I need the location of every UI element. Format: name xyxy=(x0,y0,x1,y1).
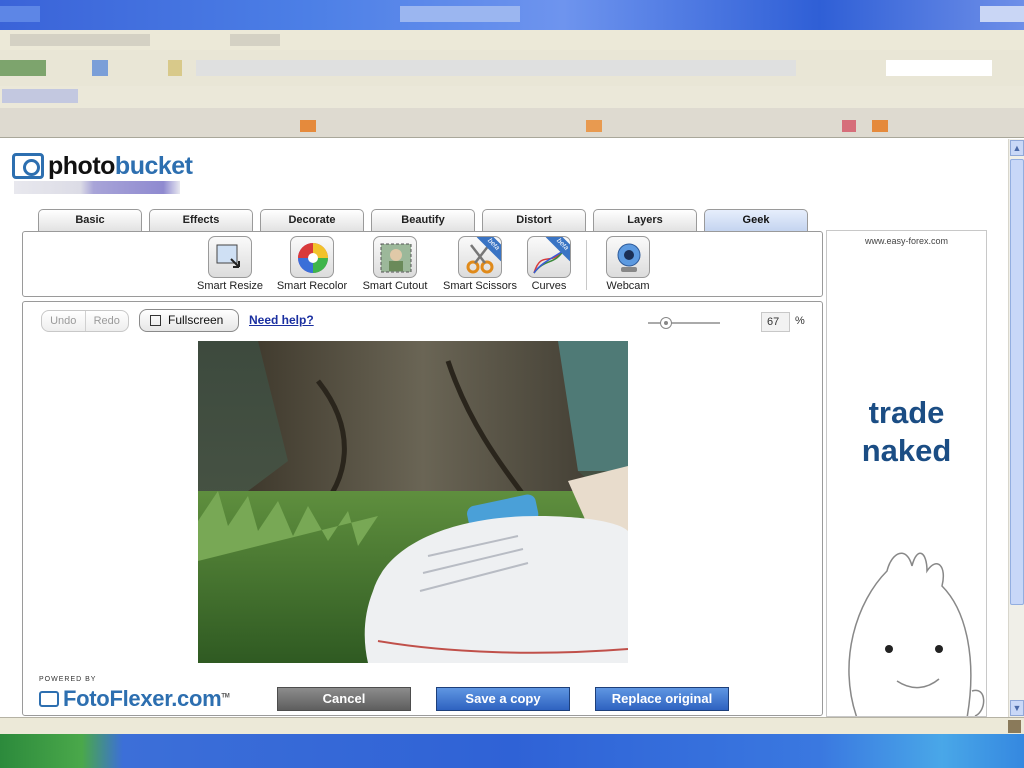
ad-cartoon-face xyxy=(848,552,985,716)
camera-icon xyxy=(39,691,59,707)
zoom-value-field[interactable]: 67 xyxy=(761,312,790,332)
address-bar[interactable] xyxy=(0,50,1024,86)
vertical-scrollbar[interactable]: ▲ ▼ xyxy=(1008,139,1024,717)
smart-cutout-icon xyxy=(373,236,417,278)
tab-basic[interactable]: Basic xyxy=(38,209,142,231)
powered-by-label: POWERED BY xyxy=(39,676,97,683)
ad-headline-line2: naked xyxy=(861,433,952,468)
tool-label: Smart Resize xyxy=(196,280,264,292)
smart-cutout-tool[interactable]: Smart Cutout xyxy=(358,236,432,292)
zoom-slider[interactable] xyxy=(648,317,720,329)
scroll-up-icon[interactable]: ▲ xyxy=(1010,140,1024,156)
tool-label: Smart Recolor xyxy=(276,280,348,292)
tab-effects[interactable]: Effects xyxy=(149,209,253,231)
undo-button[interactable]: Undo xyxy=(42,311,86,331)
need-help-link[interactable]: Need help? xyxy=(249,313,314,327)
ad-url: www.easy-forex.com xyxy=(864,236,949,246)
fotoflexer-logo[interactable]: FotoFlexer.comTM xyxy=(39,686,230,712)
smart-recolor-tool[interactable]: Smart Recolor xyxy=(274,236,350,292)
webcam-icon xyxy=(606,236,650,278)
camera-logo-icon xyxy=(12,153,44,179)
browser-tab-strip[interactable] xyxy=(0,108,1024,138)
links-bar[interactable] xyxy=(0,86,1024,108)
zoom-slider-handle[interactable] xyxy=(660,317,672,329)
tool-label: Webcam xyxy=(606,280,650,292)
replace-original-button[interactable]: Replace original xyxy=(595,687,729,711)
zoom-control: 67 % xyxy=(627,311,807,333)
taskbar[interactable] xyxy=(0,734,1024,768)
fullscreen-icon xyxy=(150,315,161,326)
tool-panel: Smart Resize Smart Recolor Smart Cutout … xyxy=(22,231,823,297)
trademark: TM xyxy=(221,693,230,700)
zoom-unit: % xyxy=(795,315,805,327)
web-page: photobucket Basic Effects Decorate Beaut… xyxy=(0,139,1008,717)
advertisement[interactable]: www.easy-forex.com trade naked xyxy=(826,230,987,717)
tab-distort[interactable]: Distort xyxy=(482,209,586,231)
tab-geek[interactable]: Geek xyxy=(704,209,808,232)
save-copy-button[interactable]: Save a copy xyxy=(436,687,570,711)
redo-button[interactable]: Redo xyxy=(86,311,129,331)
cancel-button[interactable]: Cancel xyxy=(277,687,411,711)
scrollbar-thumb[interactable] xyxy=(1010,159,1024,605)
status-bar xyxy=(0,717,1024,734)
editor-panel: Undo Redo Fullscreen Need help? 67 % POW… xyxy=(22,301,823,716)
curves-icon: beta xyxy=(527,236,571,278)
ad-headline-line1: trade xyxy=(868,395,945,430)
webcam-tool[interactable]: Webcam xyxy=(603,236,653,292)
tab-layers[interactable]: Layers xyxy=(593,209,697,231)
tool-label: Smart Cutout xyxy=(362,280,428,292)
color-wheel-icon xyxy=(290,236,334,278)
photobucket-logo[interactable]: photobucket xyxy=(12,151,193,181)
tab-beautify[interactable]: Beautify xyxy=(371,209,475,231)
window-title-bar xyxy=(0,0,1024,30)
scissors-icon: beta xyxy=(458,236,502,278)
tab-decorate[interactable]: Decorate xyxy=(260,209,364,231)
scroll-down-icon[interactable]: ▼ xyxy=(1010,700,1024,716)
fullscreen-label: Fullscreen xyxy=(168,313,224,327)
tool-divider xyxy=(586,240,587,290)
undo-redo-group: Undo Redo xyxy=(41,310,129,332)
menu-bar[interactable] xyxy=(0,30,1024,50)
user-info xyxy=(14,181,180,194)
smart-resize-icon xyxy=(208,236,252,278)
tool-label: Curves xyxy=(531,280,567,292)
fullscreen-button[interactable]: Fullscreen xyxy=(139,309,239,332)
smart-resize-tool[interactable]: Smart Resize xyxy=(195,236,265,292)
ad-headline: trade naked xyxy=(827,394,986,470)
fotoflexer-brand: FotoFlexer.com xyxy=(63,686,222,711)
photo-canvas[interactable] xyxy=(198,341,628,663)
logo-text: photobucket xyxy=(48,151,193,180)
smart-scissors-tool[interactable]: beta Smart Scissors xyxy=(439,236,521,292)
curves-tool[interactable]: beta Curves xyxy=(526,236,572,292)
tool-label: Smart Scissors xyxy=(443,280,517,292)
